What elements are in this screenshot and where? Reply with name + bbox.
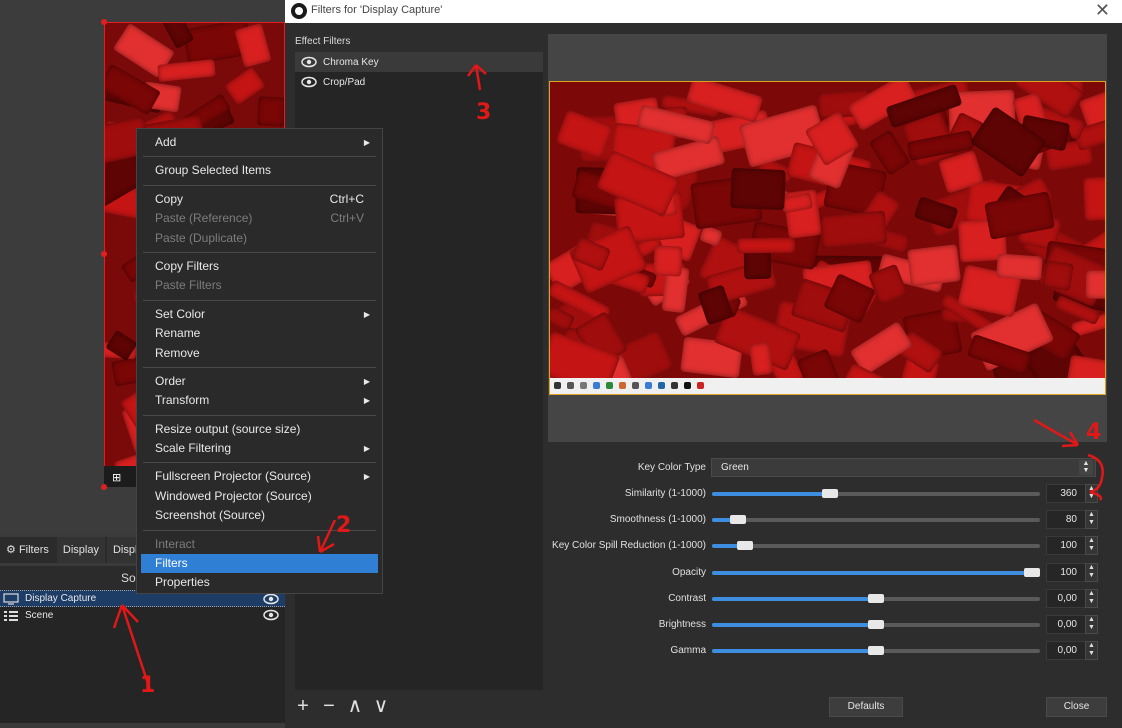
annotation-1: 1 [140,673,156,698]
annotation-2: 2 [336,513,352,538]
annotation-3: 3 [476,100,492,125]
annotation-arrows [112,64,1104,691]
annotation-4: 4 [1086,420,1102,445]
